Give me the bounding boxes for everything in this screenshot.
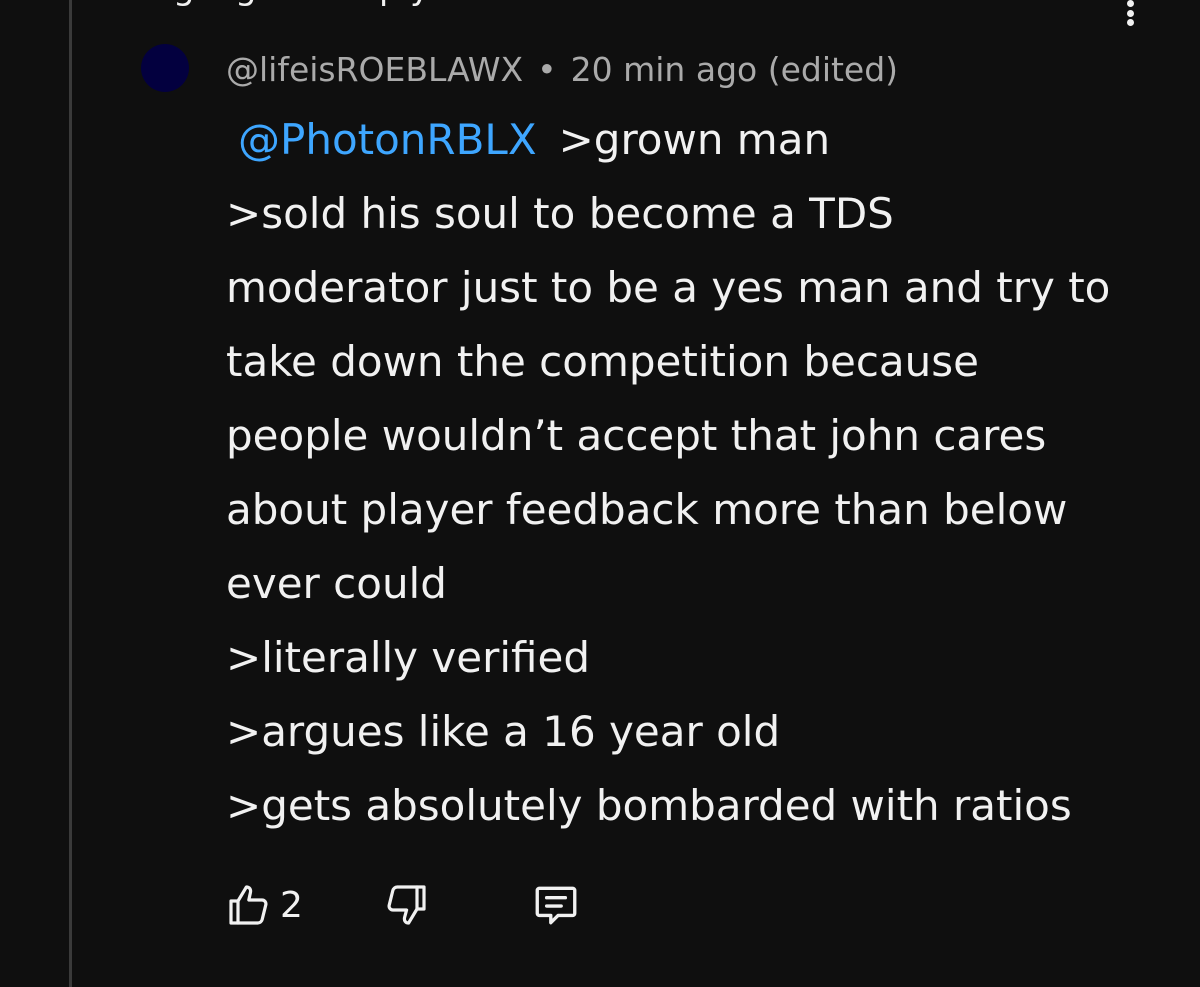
comment-line: >literally verified: [226, 633, 590, 682]
mention-link[interactable]: @PhotonRBLX: [238, 115, 537, 164]
comment-line: @PhotonRBLX >grown man: [226, 103, 1146, 177]
timestamp: 20 min ago (edited): [570, 50, 899, 89]
separator-dot: •: [537, 50, 557, 89]
comment-line: take down the competition because: [226, 337, 979, 386]
thumbs-down-icon: [387, 885, 426, 925]
comment-line-text: >grown man: [558, 115, 831, 164]
comment-line: moderator just to be a yes man and try t…: [226, 263, 1111, 312]
reply-button[interactable]: [531, 880, 581, 930]
like-button[interactable]: 2: [224, 881, 303, 929]
comment-line: >sold his soul to become a TDS: [226, 189, 894, 238]
comment-line: >argues like a 16 year old: [226, 707, 781, 756]
comment-line: >gets absolutely bombarded with ratios: [226, 781, 1072, 830]
avatar[interactable]: [141, 44, 189, 92]
comment-reply-icon: [535, 886, 577, 925]
author-handle[interactable]: @lifeisROEBLAWX: [226, 50, 523, 89]
thumbs-up-icon: [229, 885, 268, 925]
comment-line: people wouldn’t accept that john cares: [226, 411, 1047, 460]
comment-text: @PhotonRBLX >grown man >sold his soul to …: [226, 103, 1146, 843]
like-count: 2: [280, 884, 303, 926]
dislike-button[interactable]: [383, 881, 431, 929]
comment-meta: @lifeisROEBLAWX • 20 min ago (edited): [226, 50, 898, 90]
highlighted-reply-label: Highlighted reply: [138, 0, 430, 8]
comment-line: about player feedback more than below: [226, 485, 1068, 534]
more-vert-icon[interactable]: [1118, 0, 1142, 26]
thread-line: [69, 0, 72, 987]
comment-line: ever could: [226, 559, 447, 608]
comment-actions: 2: [224, 878, 581, 932]
